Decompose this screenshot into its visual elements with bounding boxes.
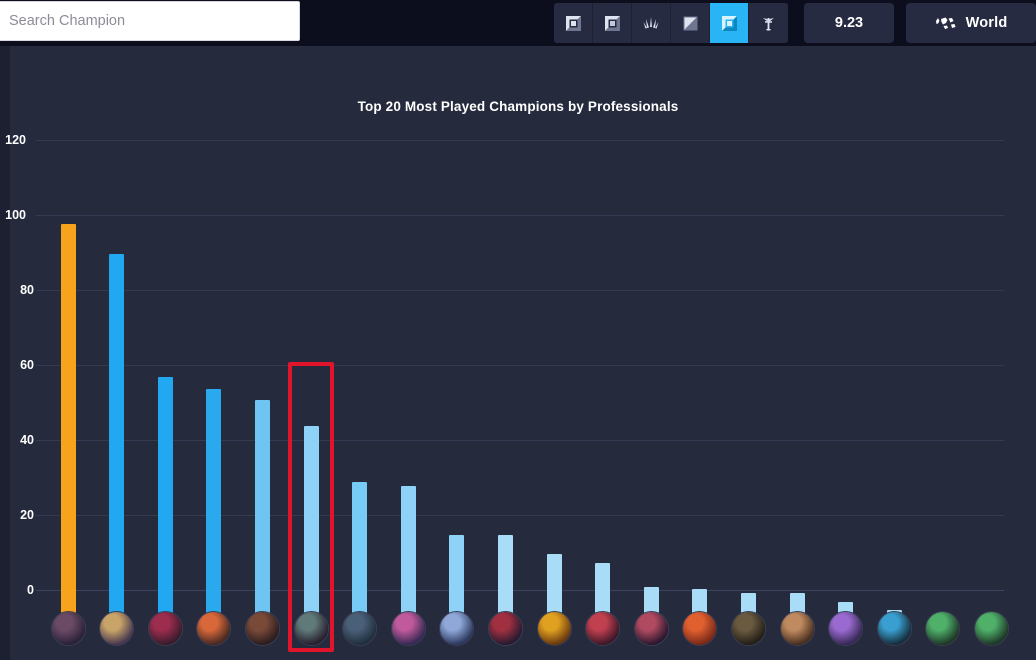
champion-avatar-14[interactable] xyxy=(682,611,718,646)
patch-version-label: 9.23 xyxy=(834,15,864,31)
champion-portrait xyxy=(974,612,1008,645)
champion-portrait xyxy=(197,612,231,645)
top-lane-icon xyxy=(565,15,581,31)
champion-avatar-2[interactable] xyxy=(99,611,135,646)
champion-portrait xyxy=(877,612,911,645)
champion-avatar-7[interactable] xyxy=(342,611,378,646)
champion-portrait xyxy=(537,612,571,645)
champion-portrait xyxy=(294,612,328,645)
role-filter-jungle[interactable] xyxy=(593,3,632,43)
champion-avatar-13[interactable] xyxy=(633,611,669,646)
app-root: 9.23 World Top 20 Most Played Champions … xyxy=(0,0,1036,660)
champion-portrait xyxy=(488,612,522,645)
champion-avatar-3[interactable] xyxy=(147,611,183,646)
top-toolbar: 9.23 World xyxy=(0,0,1036,46)
all-roles-icon xyxy=(763,17,774,30)
champion-portrait xyxy=(343,612,377,645)
jungle-icon xyxy=(604,15,620,31)
champion-portrait xyxy=(829,612,863,645)
champion-portrait xyxy=(780,612,814,645)
champion-avatar-row xyxy=(0,603,1036,660)
champion-portrait xyxy=(440,612,474,645)
champion-search-box[interactable] xyxy=(0,1,300,41)
champion-avatar-16[interactable] xyxy=(779,611,815,646)
champion-portrait xyxy=(245,612,279,645)
champion-avatar-12[interactable] xyxy=(585,611,621,646)
bar-4[interactable] xyxy=(206,388,222,636)
champion-avatar-20[interactable] xyxy=(973,611,1009,646)
bar-5[interactable] xyxy=(254,399,270,636)
region-selector[interactable]: World xyxy=(906,3,1036,43)
champion-portrait xyxy=(634,612,668,645)
role-filter-support[interactable] xyxy=(710,3,749,43)
champion-avatar-1[interactable] xyxy=(50,611,86,646)
champion-portrait xyxy=(391,612,425,645)
region-label: World xyxy=(965,15,1008,31)
support-icon xyxy=(721,15,737,31)
champion-avatar-11[interactable] xyxy=(536,611,572,646)
champion-portrait xyxy=(51,612,85,645)
champion-portrait xyxy=(586,612,620,645)
role-filter-all[interactable] xyxy=(749,3,788,43)
role-filter-mid[interactable] xyxy=(632,3,671,43)
champion-avatar-4[interactable] xyxy=(196,611,232,646)
bar-1[interactable] xyxy=(60,223,76,636)
mid-lane-icon xyxy=(643,16,659,29)
champion-avatar-10[interactable] xyxy=(487,611,523,646)
champion-portrait xyxy=(926,612,960,645)
champion-portrait xyxy=(148,612,182,645)
champion-avatar-9[interactable] xyxy=(439,611,475,646)
champion-avatar-8[interactable] xyxy=(390,611,426,646)
champion-avatar-6[interactable] xyxy=(293,611,329,646)
champion-portrait xyxy=(731,612,765,645)
bot-lane-icon xyxy=(683,16,697,30)
champion-avatar-5[interactable] xyxy=(244,611,280,646)
bar-2[interactable] xyxy=(109,253,125,636)
bar-3[interactable] xyxy=(157,377,173,636)
champion-avatar-18[interactable] xyxy=(876,611,912,646)
champion-avatar-15[interactable] xyxy=(730,611,766,646)
globe-map-icon xyxy=(935,17,956,29)
champion-avatar-19[interactable] xyxy=(925,611,961,646)
patch-version-selector[interactable]: 9.23 xyxy=(804,3,894,43)
role-filter-group xyxy=(554,3,788,43)
champion-portrait xyxy=(683,612,717,645)
chart-panel: Top 20 Most Played Champions by Professi… xyxy=(0,46,1036,660)
bar-series xyxy=(0,46,1036,660)
champion-avatar-17[interactable] xyxy=(828,611,864,646)
champion-portrait xyxy=(100,612,134,645)
role-filter-adc[interactable] xyxy=(671,3,710,43)
role-filter-top[interactable] xyxy=(554,3,593,43)
search-input[interactable] xyxy=(0,2,299,40)
